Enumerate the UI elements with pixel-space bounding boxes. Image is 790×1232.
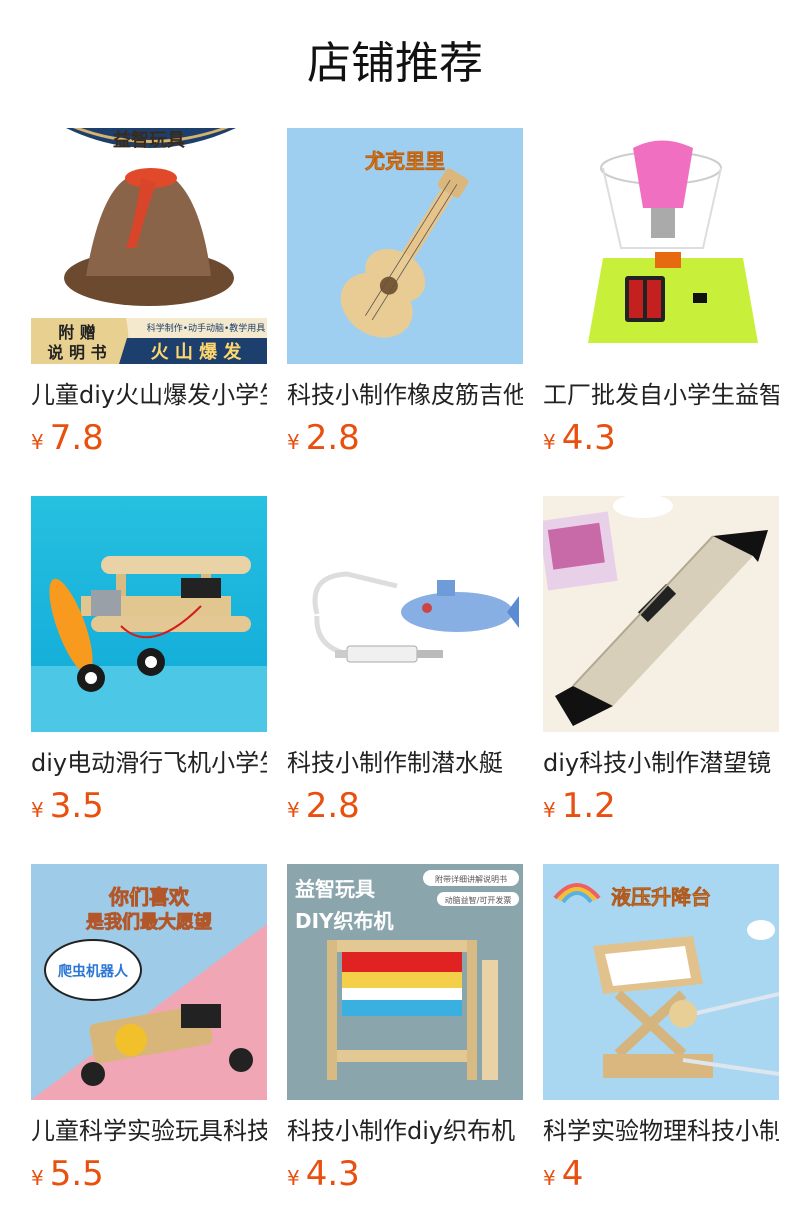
product-image[interactable]: 液压升降台 — [543, 864, 779, 1100]
product-image[interactable]: 益智玩具 DIY织布机 附带详细讲解说明书 动脑益智/可开发票 — [287, 864, 523, 1100]
product-title[interactable]: 儿童科学实验玩具科技 — [31, 1114, 267, 1148]
product-title[interactable]: 工厂批发自小学生益智 — [543, 378, 779, 412]
product-card[interactable]: diy电动滑行飞机小学生 ¥3.5 — [31, 496, 267, 832]
product-card[interactable]: 益智玩具 DIY织布机 附带详细讲解说明书 动脑益智/可开发票 科技小制作diy… — [287, 864, 523, 1200]
currency-symbol: ¥ — [543, 430, 556, 454]
image-line-1: 益智玩具 — [295, 877, 375, 901]
currency-symbol: ¥ — [31, 430, 44, 454]
product-card[interactable]: 益智玩具 附 赠 说 明 书 科学制作•动手动脑•教学用具 火 山 爆 发 儿童… — [31, 128, 267, 464]
product-title[interactable]: 科技小制作橡皮筋吉他 — [287, 378, 523, 412]
product-price: ¥1.2 — [543, 786, 779, 832]
product-image[interactable]: 你们喜欢 是我们最大愿望 爬虫机器人 — [31, 864, 267, 1100]
product-title[interactable]: diy电动滑行飞机小学生 — [31, 746, 267, 780]
product-title[interactable]: 科技小制作制潜水艇 — [287, 746, 523, 780]
currency-symbol: ¥ — [287, 798, 300, 822]
page-title: 店铺推荐 — [307, 38, 483, 89]
product-title[interactable]: 儿童diy火山爆发小学生科学实验 — [31, 378, 267, 412]
product-card[interactable]: diy科技小制作潜望镜 ¥1.2 — [543, 496, 779, 832]
banner-top-text: 益智玩具 — [113, 129, 185, 151]
currency-symbol: ¥ — [31, 1166, 44, 1190]
currency-symbol: ¥ — [31, 798, 44, 822]
gift-text-1: 附 赠 — [58, 323, 96, 342]
product-price: ¥2.8 — [287, 786, 523, 832]
price-amount: 4 — [561, 1154, 584, 1194]
bubble-text-1: 你们喜欢 — [108, 885, 190, 909]
product-price: ¥3.5 — [31, 786, 267, 832]
product-card[interactable]: 尤克里里 科技小制作橡皮筋吉他 ¥2.8 — [287, 128, 523, 464]
product-title[interactable]: diy科技小制作潜望镜 — [543, 746, 779, 780]
image-tag-1: 附带详细讲解说明书 — [435, 874, 507, 884]
product-price: ¥4 — [543, 1154, 779, 1200]
product-card[interactable]: 工厂批发自小学生益智 ¥4.3 — [543, 128, 779, 464]
price-amount: 7.8 — [49, 418, 104, 458]
product-card[interactable]: 你们喜欢 是我们最大愿望 爬虫机器人 儿童科学实验玩具科技 ¥5.5 — [31, 864, 267, 1200]
bubble-text-2: 是我们最大愿望 — [85, 911, 212, 933]
image-label: 液压升降台 — [611, 885, 711, 909]
price-amount: 2.8 — [305, 786, 360, 826]
image-line-2: DIY织布机 — [295, 909, 394, 933]
currency-symbol: ¥ — [287, 1166, 300, 1190]
product-card[interactable]: 液压升降台 科学实验物理科技小制作 ¥4 — [543, 864, 779, 1200]
product-image[interactable] — [543, 128, 779, 364]
product-title[interactable]: 科技小制作diy织布机 — [287, 1114, 523, 1148]
product-title[interactable]: 科学实验物理科技小制作 — [543, 1114, 779, 1148]
image-label: 尤克里里 — [365, 149, 445, 173]
image-tag-2: 动脑益智/可开发票 — [445, 895, 512, 905]
tagline-text: 科学制作•动手动脑•教学用具 — [147, 322, 266, 334]
price-amount: 5.5 — [49, 1154, 104, 1194]
image-label: 火 山 爆 发 — [151, 341, 243, 363]
currency-symbol: ¥ — [287, 430, 300, 454]
currency-symbol: ¥ — [543, 798, 556, 822]
product-price: ¥2.8 — [287, 418, 523, 464]
price-amount: 4.3 — [561, 418, 616, 458]
product-image[interactable]: 尤克里里 — [287, 128, 523, 364]
product-card[interactable]: 科技小制作制潜水艇 ¥2.8 — [287, 496, 523, 832]
price-amount: 3.5 — [49, 786, 104, 826]
product-image[interactable]: 益智玩具 附 赠 说 明 书 科学制作•动手动脑•教学用具 火 山 爆 发 — [31, 128, 267, 364]
product-image[interactable] — [287, 496, 523, 732]
product-price: ¥5.5 — [31, 1154, 267, 1200]
price-amount: 2.8 — [305, 418, 360, 458]
product-price: ¥4.3 — [287, 1154, 523, 1200]
price-amount: 4.3 — [305, 1154, 360, 1194]
product-price: ¥7.8 — [31, 418, 267, 464]
currency-symbol: ¥ — [543, 1166, 556, 1190]
price-amount: 1.2 — [561, 786, 616, 826]
product-image[interactable] — [31, 496, 267, 732]
product-price: ¥4.3 — [543, 418, 779, 464]
product-image[interactable] — [543, 496, 779, 732]
speech-text: 爬虫机器人 — [58, 963, 129, 980]
gift-text-2: 说 明 书 — [47, 343, 106, 362]
